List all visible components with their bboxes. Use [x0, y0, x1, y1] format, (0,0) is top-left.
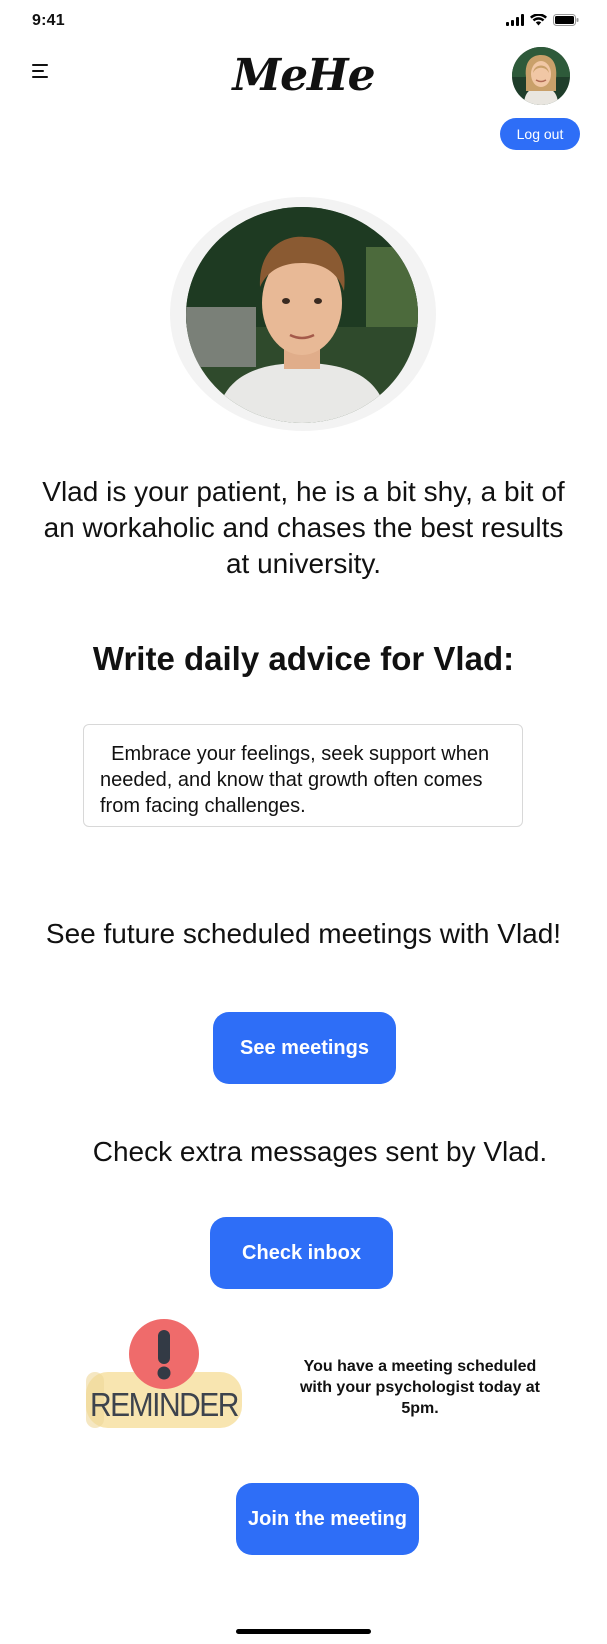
advice-heading: Write daily advice for Vlad: [92, 640, 515, 677]
join-meeting-button[interactable]: Join the meeting [236, 1483, 419, 1555]
inbox-prompt: Check extra messages sent by Vlad. [92, 1136, 548, 1167]
home-indicator [236, 1629, 371, 1634]
wifi-icon [530, 14, 547, 26]
patient-description: Vlad is your patient, he is a bit shy, a… [42, 476, 565, 579]
reminder-badge-text: REMINDER [90, 1386, 239, 1424]
reminder-illustration: REMINDER [84, 1318, 246, 1436]
status-icons [506, 14, 579, 26]
patient-avatar [186, 207, 418, 423]
reminder-message: You have a meeting scheduled with your p… [299, 1358, 541, 1417]
logout-button[interactable]: Log out [500, 118, 580, 150]
signal-icon [506, 14, 524, 26]
advice-input[interactable]: Embrace your feelings, seek support when… [83, 724, 523, 827]
status-time: 9:41 [32, 12, 65, 29]
check-inbox-button[interactable]: Check inbox [210, 1217, 393, 1289]
alert-icon [157, 1330, 171, 1380]
meetings-prompt: See future scheduled meetings with Vlad! [45, 918, 562, 949]
see-meetings-button[interactable]: See meetings [213, 1012, 396, 1084]
battery-icon [553, 14, 579, 26]
user-avatar[interactable] [512, 47, 570, 105]
